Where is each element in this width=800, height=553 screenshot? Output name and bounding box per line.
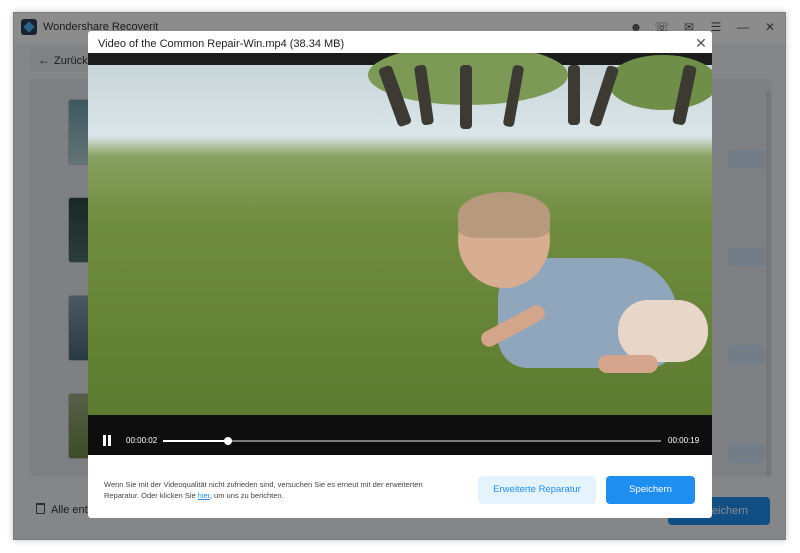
tree-trunk: [568, 65, 580, 125]
video-preview-dialog: Video of the Common Repair-Win.mp4 (38.3…: [88, 31, 712, 518]
quality-message: Wenn Sie mit der Videoqualität nicht zuf…: [104, 479, 454, 501]
seek-bar-fill: [163, 440, 228, 442]
save-button[interactable]: Speichern: [606, 476, 695, 504]
baby-hair: [458, 192, 550, 238]
video-player[interactable]: [88, 53, 712, 417]
close-icon[interactable]: ✕: [694, 35, 708, 51]
duration: 00:00:19: [668, 436, 700, 445]
baby-leg: [618, 300, 708, 362]
seek-bar[interactable]: [163, 437, 661, 445]
pause-icon[interactable]: [102, 435, 112, 446]
foliage: [608, 55, 712, 110]
baby-foot: [598, 355, 658, 373]
dialog-title: Video of the Common Repair-Win.mp4 (38.3…: [98, 38, 345, 50]
tree-trunk: [460, 65, 472, 129]
message-text-end: , um uns zu berichten.: [209, 491, 284, 500]
report-link[interactable]: hier: [198, 491, 210, 500]
player-controls: 00:00:02 00:00:19: [88, 415, 712, 455]
video-frame: [88, 53, 712, 417]
seek-handle[interactable]: [223, 437, 232, 445]
advanced-repair-button[interactable]: Erweiterte Reparatur: [478, 476, 596, 504]
current-time: 00:00:02: [126, 436, 158, 445]
